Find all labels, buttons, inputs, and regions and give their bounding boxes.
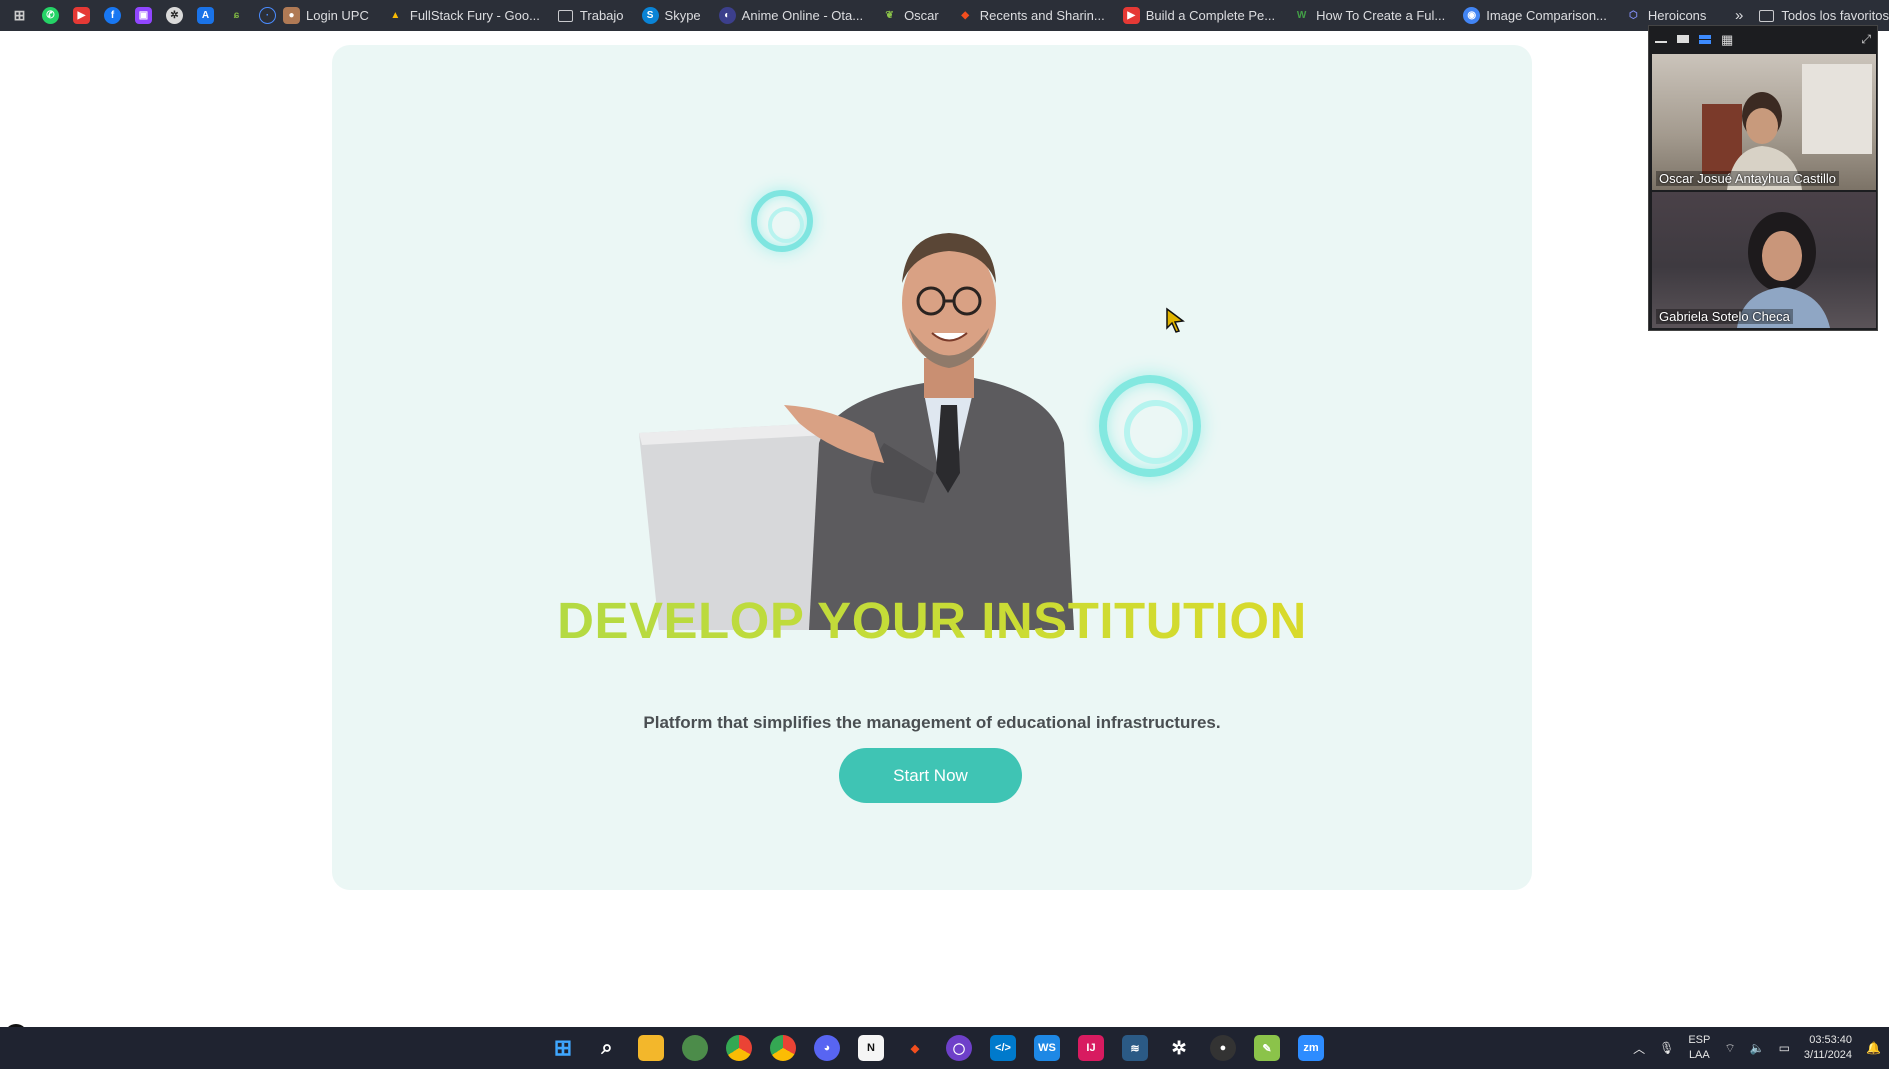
obs-icon[interactable]: ●: [1210, 1035, 1236, 1061]
expand-icon[interactable]: ⤢: [1861, 32, 1871, 47]
taskbar-apps: ⊞ ⌕ ◕ N ◆ ◯ </> WS IJ ≋ ✲ ● ✎ zm: [550, 1027, 1324, 1069]
notion-icon[interactable]: N: [858, 1035, 884, 1061]
folder-icon: [1759, 9, 1775, 22]
windows-start-icon[interactable]: ⊞: [550, 1035, 576, 1061]
discord-icon[interactable]: ◕: [814, 1035, 840, 1061]
facebook-icon[interactable]: f: [104, 7, 121, 24]
gallery-view-icon[interactable]: ▦: [1721, 33, 1733, 46]
figma-icon[interactable]: ◆: [902, 1035, 928, 1061]
bookmarks-bar: ⊞ ✆ ▶ f ▣ ✲ A ɕ · ● Login UPC ▲ FullStack …: [0, 0, 1889, 31]
start-now-button[interactable]: Start Now: [839, 748, 1022, 803]
wifi-icon[interactable]: ⌔: [1724, 1041, 1735, 1056]
clock[interactable]: 03:53:40 3/11/2024: [1804, 1033, 1852, 1063]
shield-icon: ⬡: [1629, 10, 1638, 21]
chrome-site-icon: ◉: [1463, 7, 1481, 24]
video-panel-toolbar: ▦ ⤢: [1649, 26, 1877, 52]
whatsapp-icon[interactable]: ✆: [42, 7, 59, 24]
bookmark-figma-recents[interactable]: ◆ Recents and Sharin...: [957, 7, 1104, 24]
participant-video: [1702, 64, 1872, 190]
participant-video: [1737, 212, 1830, 328]
hero-title: DEVELOP YOUR INSTITUTION: [332, 591, 1532, 650]
single-speaker-icon[interactable]: [1677, 35, 1689, 43]
github-icon[interactable]: ◯: [946, 1035, 972, 1061]
bookmark-heroicons[interactable]: ⬡ Heroicons: [1625, 7, 1706, 24]
microphone-icon[interactable]: 🎙: [1659, 1041, 1674, 1055]
notepad-icon[interactable]: ✎: [1254, 1035, 1280, 1061]
vscode-icon[interactable]: </>: [990, 1035, 1016, 1061]
bookmark-folder-trabajo[interactable]: Trabajo: [557, 8, 624, 23]
bookmark-build-complete[interactable]: ▶ Build a Complete Pe...: [1122, 7, 1275, 24]
chatgpt-icon[interactable]: ✲: [1166, 1035, 1192, 1061]
bookmark-how-to-create[interactable]: W How To Create a Ful...: [1293, 7, 1445, 24]
zoom-icon[interactable]: zm: [1298, 1035, 1324, 1061]
webstorm-icon[interactable]: WS: [1034, 1035, 1060, 1061]
messenger-icon[interactable]: ·: [259, 7, 276, 24]
anime-icon: ◐: [718, 7, 736, 24]
notification-icon[interactable]: 🔔: [1866, 1041, 1881, 1055]
bookmark-login-upc[interactable]: ● Login UPC: [283, 7, 369, 24]
bookmark-oscar[interactable]: ❦ Oscar: [881, 7, 938, 24]
battery-icon[interactable]: ▭: [1779, 1041, 1790, 1055]
skype-icon: S: [641, 7, 659, 24]
mysql-workbench-icon[interactable]: ≋: [1122, 1035, 1148, 1061]
more-bookmarks-icon[interactable]: »: [1735, 7, 1743, 24]
system-tray: ︿ 🎙 ESP LAA ⌔ 🔈 ▭ 03:53:40 3/11/2024 🔔: [1633, 1027, 1881, 1069]
leaf-icon[interactable]: ɕ: [228, 7, 245, 24]
language-indicator[interactable]: ESP LAA: [1688, 1033, 1710, 1063]
leaf-icon: ❦: [885, 10, 894, 21]
bookmark-skype[interactable]: S Skype: [641, 7, 701, 24]
chrome-icon[interactable]: [770, 1035, 796, 1061]
youtube-icon: ▶: [1122, 7, 1140, 24]
youtube-icon[interactable]: ▶: [73, 7, 90, 24]
person-icon: ●: [283, 7, 300, 24]
taskbar: ⊞ ⌕ ◕ N ◆ ◯ </> WS IJ ≋ ✲ ● ✎ zm ︿ 🎙 ESP…: [0, 1027, 1889, 1069]
all-bookmarks-folder[interactable]: Todos los favoritos: [1759, 8, 1889, 23]
businessman-with-laptop-image: [639, 233, 1074, 630]
translate-icon[interactable]: A: [197, 7, 214, 24]
volume-icon[interactable]: 🔈: [1750, 1041, 1765, 1055]
chrome-profile-icon[interactable]: [682, 1035, 708, 1061]
minimize-icon[interactable]: [1655, 41, 1667, 43]
participant-name: Oscar Josué Antayhua Castillo: [1656, 171, 1840, 186]
bookmark-anime-online[interactable]: ◐ Anime Online - Ota...: [718, 7, 863, 24]
apps-grid-icon[interactable]: ⊞: [11, 7, 28, 24]
participant-name: Gabriela Sotelo Checa: [1656, 309, 1793, 324]
hero-section: DEVELOP YOUR INSTITUTION Platform that s…: [332, 45, 1532, 890]
stacked-view-icon[interactable]: [1699, 34, 1711, 44]
google-drive-icon: ▲: [390, 10, 401, 21]
figma-icon: ◆: [961, 10, 970, 21]
bookmark-image-comparison[interactable]: ◉ Image Comparison...: [1463, 7, 1607, 24]
folder-icon: [557, 9, 573, 22]
chatgpt-icon[interactable]: ✲: [166, 7, 183, 24]
video-call-panel: ▦ ⤢ Oscar Josué Antayhua Castillo Gabrie…: [1648, 25, 1878, 331]
participant-tile[interactable]: Oscar Josué Antayhua Castillo: [1652, 54, 1876, 190]
bookmark-fullstack-fury[interactable]: ▲ FullStack Fury - Goo...: [387, 7, 540, 24]
chevron-up-icon[interactable]: ︿: [1633, 1040, 1645, 1057]
mouse-cursor-icon: [1166, 307, 1185, 333]
intellij-icon[interactable]: IJ: [1078, 1035, 1104, 1061]
search-icon[interactable]: ⌕: [594, 1035, 620, 1061]
hero-subtitle: Platform that simplifies the management …: [643, 713, 1221, 732]
w-icon: W: [1296, 10, 1307, 21]
participant-tile[interactable]: Gabriela Sotelo Checa: [1652, 192, 1876, 328]
chrome-dev-icon[interactable]: [726, 1035, 752, 1061]
twitch-icon[interactable]: ▣: [135, 7, 152, 24]
file-explorer-icon[interactable]: [638, 1035, 664, 1061]
